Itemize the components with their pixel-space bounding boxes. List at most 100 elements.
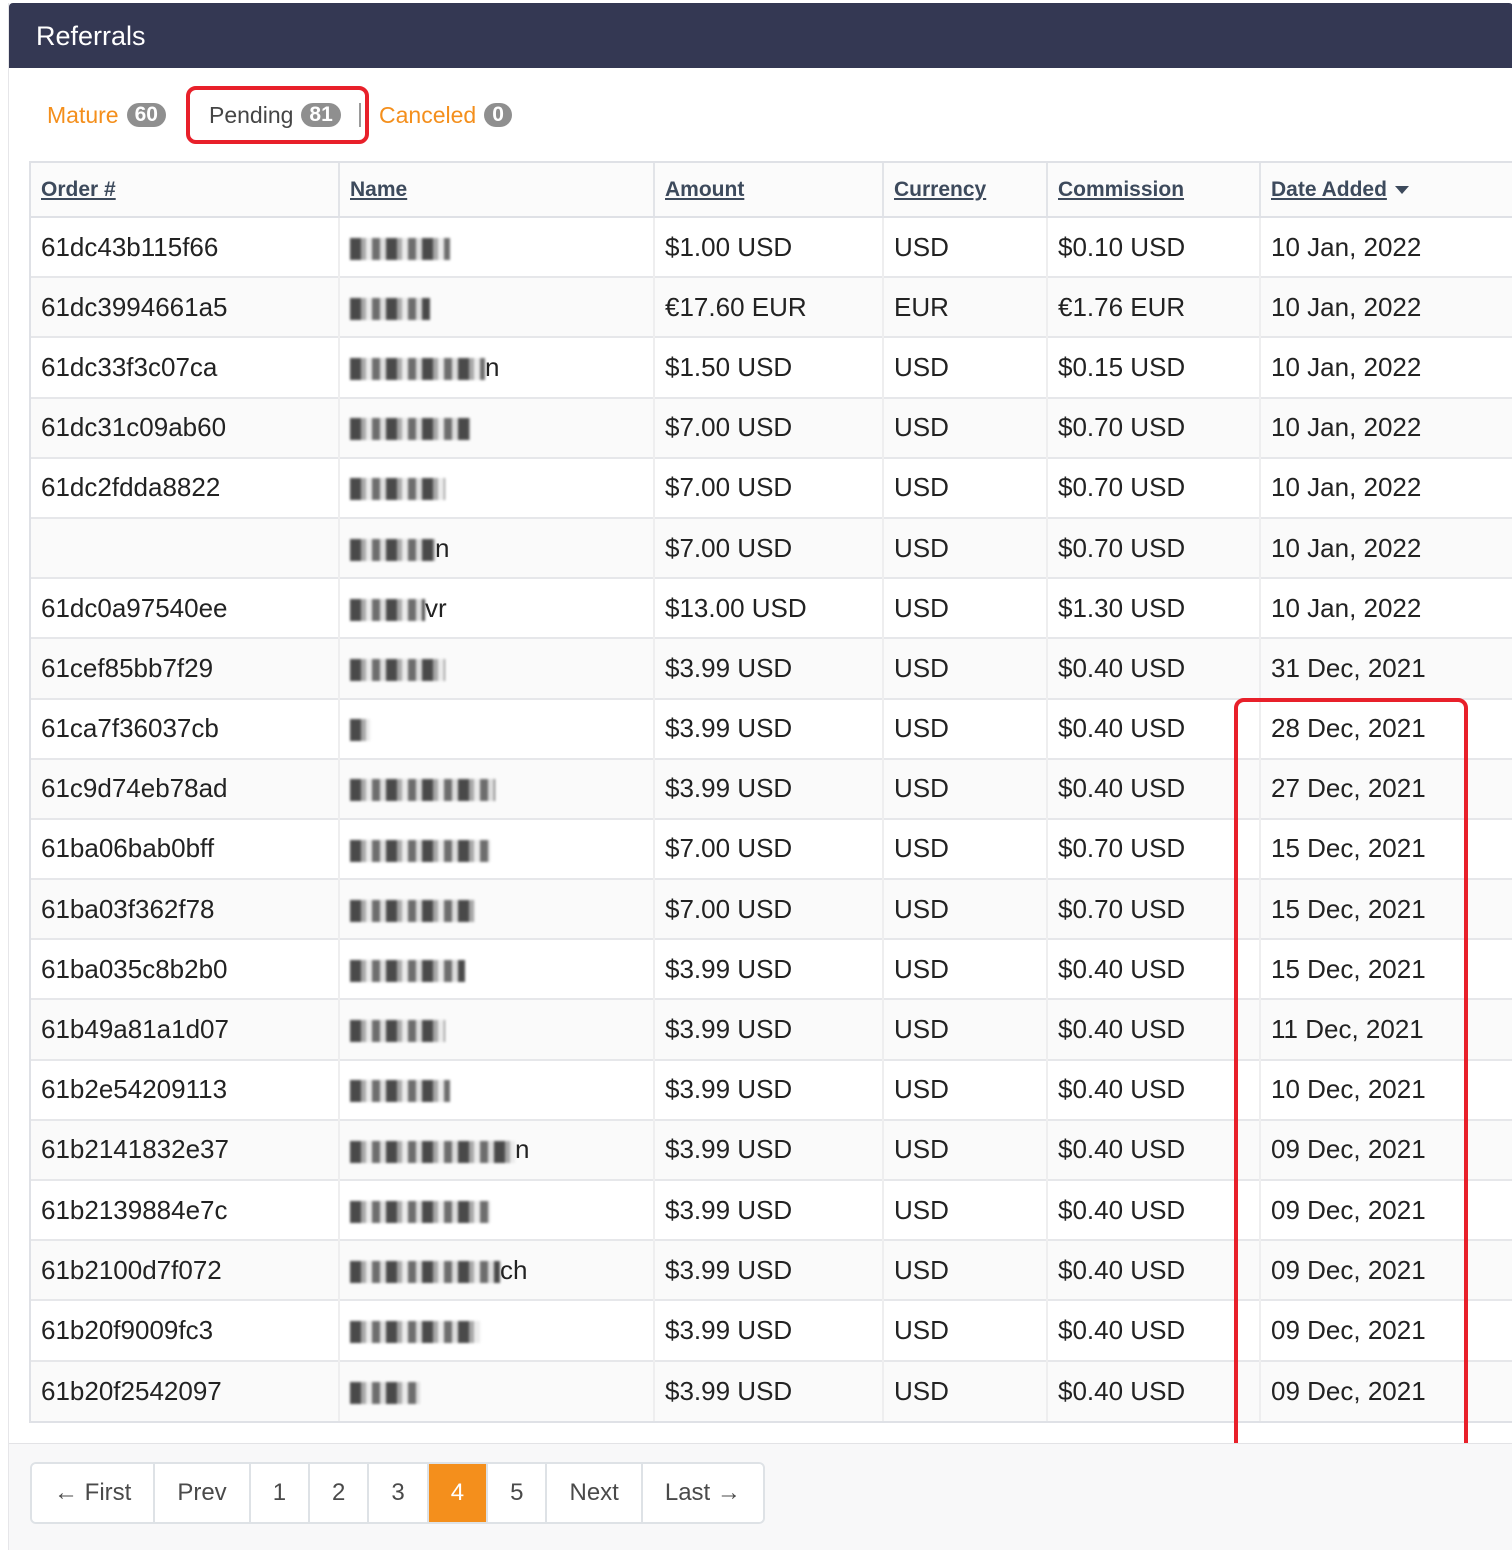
redacted-name <box>350 719 370 742</box>
sort-desc-icon <box>1394 185 1409 194</box>
commission-cell: $1.30 USD <box>1047 577 1261 639</box>
next-page-button[interactable]: Next <box>547 1464 643 1522</box>
date-cell: 10 Jan, 2022 <box>1260 396 1512 458</box>
order-cell: 61dc0a97540ee <box>31 577 340 639</box>
last-page-button[interactable]: Last → <box>642 1464 763 1522</box>
currency-cell: USD <box>883 215 1048 278</box>
name-cell <box>339 276 655 338</box>
order-cell: 61dc3994661a5 <box>31 276 340 338</box>
name-cell <box>339 637 655 699</box>
commission-cell: $0.40 USD <box>1047 1058 1261 1120</box>
order-cell: 61ca7f36037cb <box>31 697 340 759</box>
currency-cell: USD <box>883 1118 1048 1180</box>
name-cell <box>339 1058 655 1120</box>
date-cell: 10 Jan, 2022 <box>1260 516 1512 579</box>
name-cell: ch <box>339 1239 655 1301</box>
col-currency[interactable]: Currency <box>883 163 1048 218</box>
page-2-button[interactable]: 2 <box>310 1464 370 1522</box>
amount-cell: $7.00 USD <box>654 456 884 518</box>
amount-cell: $3.99 USD <box>654 1058 884 1120</box>
table-row: 61dc0a97540ee vr $13.00 USD USD $1.30 USD 10 … <box>31 577 1512 639</box>
date-cell: 10 Jan, 2022 <box>1260 577 1512 639</box>
tab-label: Mature <box>47 102 119 128</box>
date-cell: 11 Dec, 2021 <box>1260 998 1512 1060</box>
order-cell: 61b2100d7f072 <box>31 1239 340 1301</box>
date-cell: 10 Dec, 2021 <box>1260 1058 1512 1120</box>
referrals-table: Order # Name Amount Currency Commission … <box>29 161 1512 1423</box>
amount-cell: $3.99 USD <box>654 1239 884 1301</box>
amount-cell: $13.00 USD <box>654 577 884 639</box>
commission-cell: $0.40 USD <box>1047 1359 1261 1421</box>
order-cell: 61ba06bab0bff <box>31 817 340 880</box>
name-cell: vr <box>339 577 655 639</box>
currency-cell: USD <box>883 938 1048 1000</box>
col-date-added[interactable]: Date Added <box>1260 163 1512 218</box>
prev-page-button[interactable]: Prev <box>155 1464 251 1522</box>
name-tail: ch <box>500 1254 528 1285</box>
date-cell: 10 Jan, 2022 <box>1260 456 1512 518</box>
date-cell: 28 Dec, 2021 <box>1260 697 1512 759</box>
order-cell: 61b2141832e37 <box>31 1118 340 1180</box>
name-cell: n <box>339 516 655 579</box>
pagination: ← First Prev 1 2 3 4 5 Next Last → <box>30 1462 765 1524</box>
redacted-name <box>350 237 450 260</box>
name-cell <box>339 215 655 278</box>
name-tail: n <box>515 1134 530 1165</box>
order-cell: 61b2139884e7c <box>31 1178 340 1241</box>
name-cell: n <box>339 336 655 398</box>
redacted-name <box>350 358 485 381</box>
col-name[interactable]: Name <box>339 163 655 218</box>
date-cell: 10 Jan, 2022 <box>1260 276 1512 338</box>
col-order[interactable]: Order # <box>31 163 340 218</box>
redacted-name <box>350 1381 420 1404</box>
order-cell <box>31 516 340 579</box>
commission-cell: $0.40 USD <box>1047 1299 1261 1361</box>
table-row: 61dc31c09ab60 $7.00 USD USD $0.70 USD 10 Jan… <box>31 396 1512 458</box>
col-commission[interactable]: Commission <box>1047 163 1261 218</box>
name-tail: vr <box>425 592 447 623</box>
table-row: 61cef85bb7f29 $3.99 USD USD $0.40 USD 31 Dec… <box>31 637 1512 699</box>
redacted-name <box>350 1140 515 1163</box>
order-cell: 61b2e54209113 <box>31 1058 340 1120</box>
currency-cell: USD <box>883 396 1048 458</box>
name-cell: n <box>339 1118 655 1180</box>
tab-label: Canceled <box>379 102 477 128</box>
name-cell <box>339 817 655 880</box>
order-cell: 61b20f2542097 <box>31 1359 340 1421</box>
col-amount[interactable]: Amount <box>654 163 884 218</box>
name-cell <box>339 1178 655 1241</box>
date-cell: 09 Dec, 2021 <box>1260 1359 1512 1421</box>
redacted-name <box>350 418 470 441</box>
redacted-name <box>350 1321 480 1344</box>
amount-cell: $3.99 USD <box>654 1178 884 1241</box>
tab-mature[interactable]: Mature 60 <box>47 100 166 130</box>
first-page-button[interactable]: ← First <box>32 1464 156 1522</box>
table-row: 61dc33f3c07ca n $1.50 USD USD $0.15 USD 10 Ja… <box>31 336 1512 398</box>
page-4-button[interactable]: 4 <box>428 1464 489 1522</box>
table-row: 61b2e54209113 $3.99 USD USD $0.40 USD 10 Dec… <box>31 1058 1512 1120</box>
currency-cell: USD <box>883 757 1048 819</box>
table-row: n $7.00 USD USD $0.70 USD 10 Jan, 2022 <box>31 516 1512 579</box>
page-1-button[interactable]: 1 <box>250 1464 311 1522</box>
amount-cell: $3.99 USD <box>654 1299 884 1361</box>
tab-canceled[interactable]: Canceled 0 <box>379 100 512 130</box>
name-cell <box>339 1359 655 1421</box>
order-cell: 61dc33f3c07ca <box>31 336 340 398</box>
table-row: 61b2100d7f072 ch $3.99 USD USD $0.40 USD 09 D… <box>31 1239 1512 1301</box>
date-cell: 10 Jan, 2022 <box>1260 215 1512 278</box>
name-cell <box>339 878 655 940</box>
name-cell <box>339 938 655 1000</box>
name-cell <box>339 757 655 819</box>
currency-cell: USD <box>883 1359 1048 1421</box>
table-row: 61b2139884e7c $3.99 USD USD $0.40 USD 09 Dec… <box>31 1178 1512 1241</box>
page-5-button[interactable]: 5 <box>488 1464 548 1522</box>
page-3-button[interactable]: 3 <box>369 1464 429 1522</box>
name-tail: n <box>435 532 450 563</box>
table-row: 61ca7f36037cb $3.99 USD USD $0.40 USD 28 Dec… <box>31 697 1512 759</box>
commission-cell: $0.40 USD <box>1047 1178 1261 1241</box>
redacted-name <box>350 839 490 862</box>
currency-cell: USD <box>883 637 1048 699</box>
name-tail: n <box>485 351 500 382</box>
commission-cell: $0.70 USD <box>1047 456 1261 518</box>
amount-cell: $1.00 USD <box>654 215 884 278</box>
